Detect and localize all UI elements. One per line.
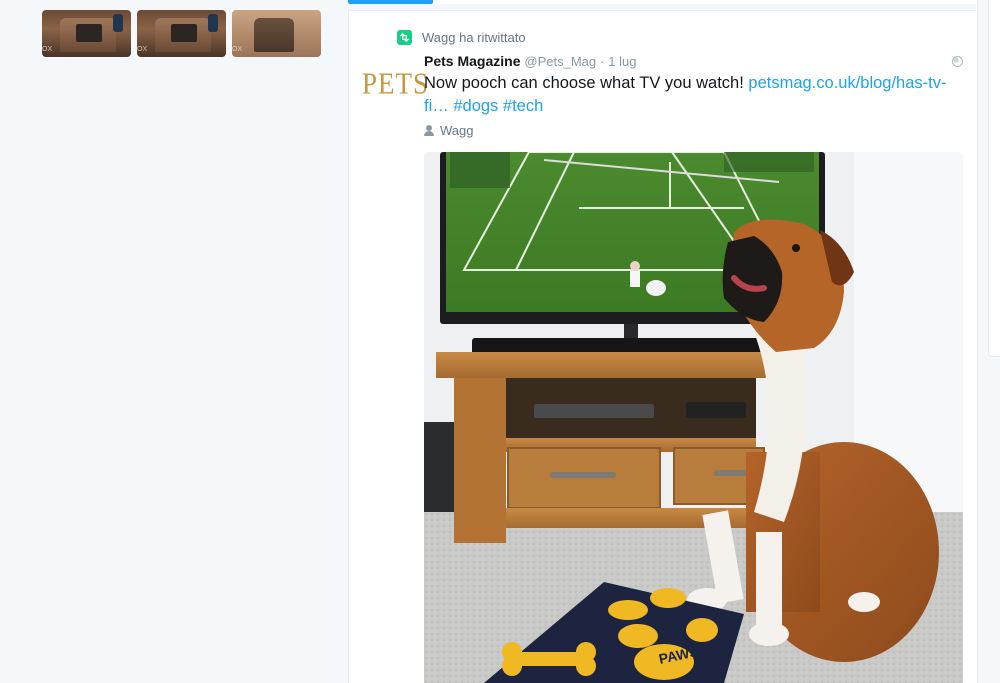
retweet-icon — [397, 30, 412, 45]
media-thumbnail[interactable]: OX — [232, 10, 321, 57]
globe-icon — [952, 56, 963, 67]
thumbnail-caption: OX — [42, 46, 53, 53]
active-tab-indicator[interactable] — [348, 0, 433, 4]
media-thumbnail[interactable]: OX — [42, 10, 131, 57]
author-name[interactable]: Pets Magazine — [424, 53, 520, 69]
retweet-context[interactable]: Wagg ha ritwittato — [397, 30, 526, 45]
author-handle[interactable]: @Pets_Mag — [524, 54, 596, 69]
avatar[interactable]: PETS — [362, 66, 428, 103]
thumbnail-caption: OX — [232, 46, 243, 53]
tweet-text-body: Now pooch can choose what TV you watch! — [424, 74, 749, 92]
hashtag-dogs[interactable]: #dogs — [453, 97, 498, 115]
tweet-header: Pets Magazine @Pets_Mag · 1 lug — [424, 53, 636, 69]
person-icon — [424, 125, 434, 136]
right-sidebar-card — [988, 0, 1000, 357]
timeline-header-strip — [348, 4, 976, 11]
media-thumbnail[interactable]: OX — [137, 10, 226, 57]
tweet-text: Now pooch can choose what TV you watch! … — [424, 72, 964, 118]
retweet-context-text: Wagg ha ritwittato — [422, 30, 526, 45]
hashtag-tech[interactable]: #tech — [503, 97, 543, 115]
tagged-user[interactable]: Wagg — [424, 123, 473, 138]
thumbnail-caption: OX — [137, 46, 148, 53]
tagged-user-name: Wagg — [440, 123, 474, 138]
media-thumbnails: OX OX OX — [42, 10, 321, 57]
tweet-photo[interactable]: PAWS — [424, 152, 963, 683]
tweet-timestamp[interactable]: 1 lug — [608, 54, 636, 69]
header-separator: · — [600, 54, 605, 69]
